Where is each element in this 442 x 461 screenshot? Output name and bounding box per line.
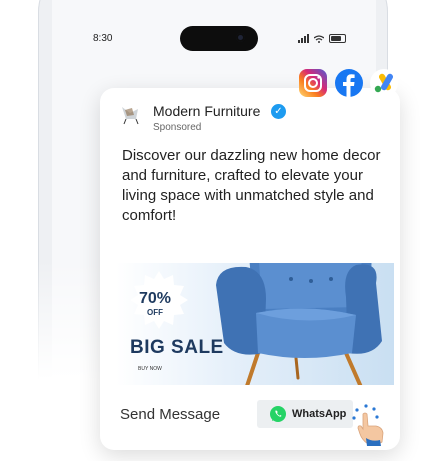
- instagram-icon[interactable]: [298, 68, 328, 98]
- send-message-button[interactable]: Send Message: [120, 406, 220, 423]
- brand-logo-icon: [122, 107, 139, 125]
- discount-percent: 70%: [138, 290, 172, 307]
- signal-icon: [298, 34, 309, 43]
- whatsapp-label: WhatsApp: [292, 408, 347, 420]
- sponsored-label: Sponsored: [153, 122, 202, 133]
- ad-card[interactable]: Modern Furniture ✓ Sponsored Discover ou…: [100, 88, 400, 450]
- whatsapp-button[interactable]: WhatsApp: [257, 400, 353, 428]
- camera-icon: [236, 33, 245, 42]
- google-ads-icon[interactable]: [369, 68, 399, 98]
- battery-icon: [329, 34, 346, 43]
- ad-copy-text: Discover our dazzling new home decor and…: [122, 147, 381, 224]
- dynamic-island: [180, 26, 258, 51]
- tap-hand-icon: [352, 404, 384, 446]
- armchair-image: [216, 263, 382, 385]
- status-time: 8:30: [93, 33, 113, 44]
- ad-banner[interactable]: 70% OFF BIG SALE BUY NOW: [116, 263, 394, 385]
- whatsapp-icon: [270, 406, 286, 422]
- verified-badge-icon: ✓: [271, 104, 286, 119]
- status-icons: [298, 34, 346, 43]
- buy-now-text[interactable]: BUY NOW: [138, 366, 162, 372]
- brand-name[interactable]: Modern Furniture: [153, 103, 260, 119]
- discount-suffix: OFF: [147, 308, 163, 317]
- facebook-icon[interactable]: [334, 68, 364, 98]
- wifi-icon: [314, 34, 324, 43]
